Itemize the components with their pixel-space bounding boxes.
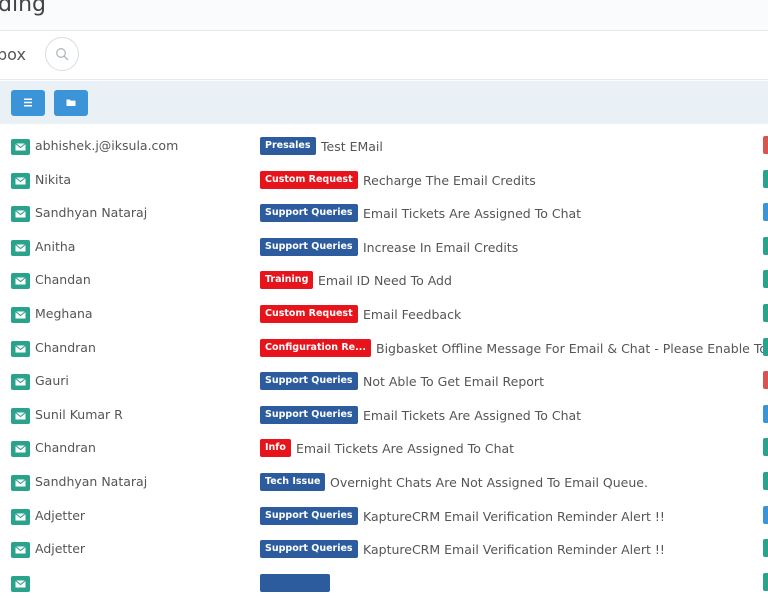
email-row[interactable]: abhishek.j@iksula.com Presales Test EMail [0,128,768,162]
email-subject[interactable]: Email ID Need To Add [318,273,452,288]
email-row[interactable] [0,565,768,598]
toolbar [0,81,768,124]
category-tag: Support Queries [260,204,358,223]
status-indicator [763,371,768,390]
status-indicator [763,169,768,188]
status-indicator [763,337,768,356]
status-indicator [763,471,768,490]
email-sender: Adjetter [35,541,86,557]
mail-icon [11,306,30,323]
category-tag: Custom Request [260,304,358,323]
email-subject[interactable]: Increase In Email Credits [363,240,518,255]
email-row[interactable]: Sandhyan Nataraj Tech Issue Overnight Chat… [0,464,768,498]
mail-icon [11,542,30,559]
category-tag: Support Queries [260,405,358,424]
email-sender: Sandhyan Nataraj [35,473,148,489]
mail-icon [11,206,30,223]
search-icon [56,48,69,61]
email-sender: Sandhyan Nataraj [35,205,148,221]
title-bar: ding [0,0,768,31]
mail-icon [11,374,30,391]
email-subject[interactable]: Email Feedback [363,307,461,322]
list-icon [24,98,32,107]
page-title: ding [0,0,46,17]
status-indicator [763,136,768,154]
mail-icon [11,273,30,290]
email-subject[interactable]: Test EMail [321,139,383,154]
email-subject[interactable]: KaptureCRM Email Verification Reminder A… [363,509,665,524]
email-row[interactable]: Anitha Support Queries Increase In Email C… [0,229,768,263]
inbox-title: box [0,45,26,64]
email-sender: Gauri [35,373,69,389]
status-indicator [763,404,768,423]
email-sender: abhishek.j@iksula.com [35,138,179,153]
email-subject[interactable]: Email Tickets Are Assigned To Chat [363,408,581,423]
email-sender: Chandran [35,440,96,456]
email-sender: Nikita [35,171,72,187]
email-sender: Sunil Kumar R [35,406,123,422]
category-tag: Info [260,439,291,458]
email-row[interactable]: Chandan Training Email ID Need To Add [0,262,768,296]
category-tag: Custom Request [260,170,358,189]
email-subject[interactable]: Bigbasket Offline Message For Email & Ch… [376,341,768,356]
mail-icon [11,575,30,592]
email-row[interactable]: Gauri Support Queries Not Able To Get Emai… [0,363,768,397]
category-tag: Support Queries [260,540,358,559]
email-subject[interactable]: Email Tickets Are Assigned To Chat [363,206,581,221]
email-sender: Chandan [35,272,91,288]
list-view-button[interactable] [11,90,45,116]
email-sender: Adjetter [35,507,86,523]
category-tag: Support Queries [260,506,358,525]
email-row[interactable]: Meghana Custom Request Email Feedback [0,296,768,330]
mail-icon [11,508,30,525]
folder-icon [66,99,76,106]
search-button[interactable] [45,37,79,71]
email-sender: Meghana [35,305,93,321]
email-list: abhishek.j@iksula.com Presales Test EMail N… [0,128,768,598]
mail-icon [11,441,30,458]
folder-button[interactable] [54,90,88,116]
status-indicator [763,270,768,289]
mail-icon [11,239,30,256]
mail-icon [11,407,30,424]
category-tag: Training [260,271,314,290]
email-row[interactable]: Adjetter Support Queries KaptureCRM Email … [0,498,768,532]
mail-icon [11,139,30,155]
email-subject[interactable]: KaptureCRM Email Verification Reminder A… [363,542,665,557]
status-indicator [763,505,768,524]
email-subject[interactable]: Email Tickets Are Assigned To Chat [296,441,514,456]
category-tag: Presales [260,137,316,155]
email-subject[interactable]: Not Able To Get Email Report [363,374,544,389]
mail-icon [11,340,30,357]
email-subject[interactable]: Overnight Chats Are Not Assigned To Emai… [330,475,648,490]
email-row[interactable]: Sandhyan Nataraj Support Queries Email Tic… [0,195,768,229]
category-tag: Tech Issue [260,472,326,491]
category-tag [260,573,330,592]
email-row[interactable]: Adjetter Support Queries KaptureCRM Email … [0,531,768,565]
email-row[interactable]: Chandran Configuration Re... Bigbasket Off… [0,330,768,364]
category-tag: Support Queries [260,372,358,391]
email-row[interactable]: Chandran Info Email Tickets Are Assigned T… [0,430,768,464]
email-sender: Chandran [35,339,96,355]
status-indicator [763,203,768,222]
email-sender: Anitha [35,238,76,254]
status-indicator [763,303,768,322]
status-indicator [763,539,768,558]
mail-icon [11,172,30,189]
status-indicator [763,572,768,591]
email-row[interactable]: Nikita Custom Request Recharge The Email C… [0,162,768,196]
email-row[interactable]: Sunil Kumar R Support Queries Email Ticket… [0,397,768,431]
inbox-header: box [0,31,768,80]
status-indicator [763,236,768,255]
status-indicator [763,438,768,457]
mail-icon [11,474,30,491]
email-subject[interactable]: Recharge The Email Credits [363,173,536,188]
category-tag: Configuration Re... [260,338,371,357]
category-tag: Support Queries [260,237,358,256]
